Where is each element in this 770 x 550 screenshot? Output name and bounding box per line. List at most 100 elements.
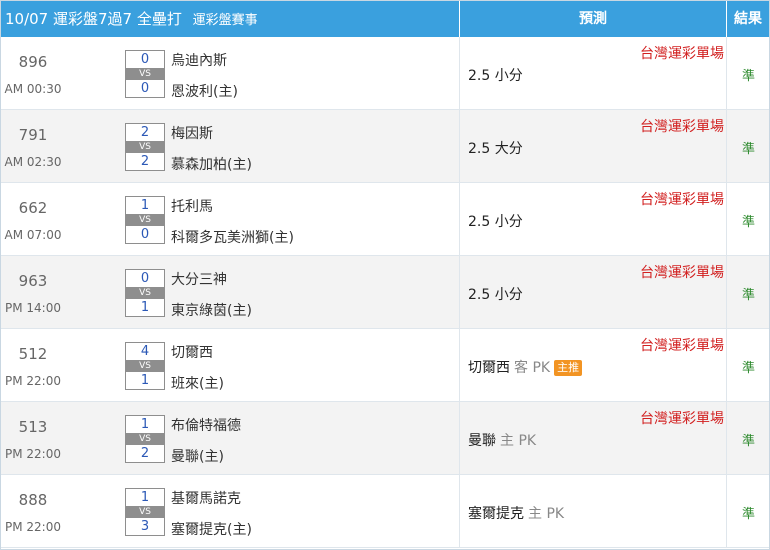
prediction-text: 2.5 小分 <box>468 65 523 85</box>
home-team[interactable]: 慕森加柏(主) <box>171 154 252 174</box>
away-score: 4 <box>125 342 165 361</box>
home-score: 2 <box>125 444 165 463</box>
match-cell: 888 PM 22:00 1 VS 3 基爾馬諾克 塞爾提克(主) <box>1 475 459 547</box>
prediction-text: 2.5 大分 <box>468 138 523 158</box>
game-time: AM 00:30 <box>4 82 62 96</box>
vs-label: VS <box>125 142 165 152</box>
table-body: 896 AM 00:30 0 VS 0 烏迪內斯 恩波利(主) 台灣運彩單場 2… <box>1 37 769 548</box>
game-id: 888 <box>18 491 48 509</box>
match-cell: 662 AM 07:00 1 VS 0 托利馬 科爾多瓦美洲獅(主) <box>1 183 459 255</box>
result-cell: 準 <box>726 183 769 255</box>
table-row: 888 PM 22:00 1 VS 3 基爾馬諾克 塞爾提克(主) 塞爾提克主 … <box>1 475 769 548</box>
venue-label: 台灣運彩單場 <box>640 192 724 208</box>
home-team[interactable]: 科爾多瓦美洲獅(主) <box>171 227 294 247</box>
home-team[interactable]: 塞爾提克(主) <box>171 519 252 539</box>
venue-label: 台灣運彩單場 <box>640 265 724 281</box>
result-cell: 準 <box>726 110 769 182</box>
prediction-side: 客 PK <box>514 360 551 376</box>
header-prediction: 預測 <box>459 1 726 37</box>
table-row: 791 AM 02:30 2 VS 2 梅因斯 慕森加柏(主) 台灣運彩單場 2… <box>1 110 769 183</box>
away-score: 1 <box>125 196 165 215</box>
game-time: PM 22:00 <box>5 447 61 461</box>
home-team[interactable]: 東京綠茵(主) <box>171 300 252 320</box>
score-box: 0 VS 1 <box>125 269 165 317</box>
home-score: 1 <box>125 371 165 390</box>
away-team[interactable]: 布倫特福德 <box>171 415 241 435</box>
vs-label: VS <box>125 288 165 298</box>
header-title: 10/07 運彩盤7過7 全壘打 運彩盤賽事 <box>5 1 258 37</box>
prediction-pick: 2.5 小分 <box>468 68 523 84</box>
game-time: PM 22:00 <box>5 520 61 534</box>
score-box: 0 VS 0 <box>125 50 165 98</box>
result-label: 準 <box>741 434 755 449</box>
prediction-text: 2.5 小分 <box>468 284 523 304</box>
home-score: 3 <box>125 517 165 536</box>
match-cell: 896 AM 00:30 0 VS 0 烏迪內斯 恩波利(主) <box>1 37 459 109</box>
home-score: 1 <box>125 298 165 317</box>
game-time: PM 22:00 <box>5 374 61 388</box>
result-cell: 準 <box>726 402 769 474</box>
result-label: 準 <box>741 142 755 157</box>
match-cell: 963 PM 14:00 0 VS 1 大分三神 東京綠茵(主) <box>1 256 459 328</box>
home-team[interactable]: 曼聯(主) <box>171 446 224 466</box>
prediction-cell: 台灣運彩單場 2.5 大分 <box>459 110 726 182</box>
match-cell: 791 AM 02:30 2 VS 2 梅因斯 慕森加柏(主) <box>1 110 459 182</box>
game-id: 963 <box>18 272 48 290</box>
home-score: 0 <box>125 79 165 98</box>
prediction-pick: 曼聯 <box>468 433 496 449</box>
venue-label: 台灣運彩單場 <box>640 411 724 427</box>
game-id: 513 <box>18 418 48 436</box>
prediction-text: 切爾西客 PK 主推 <box>468 357 583 377</box>
prediction-cell: 台灣運彩單場 2.5 小分 <box>459 37 726 109</box>
match-cell: 513 PM 22:00 1 VS 2 布倫特福德 曼聯(主) <box>1 402 459 474</box>
away-score: 1 <box>125 415 165 434</box>
away-team[interactable]: 切爾西 <box>171 342 213 362</box>
prediction-pick: 2.5 小分 <box>468 214 523 230</box>
venue-label: 台灣運彩單場 <box>640 119 724 135</box>
vs-label: VS <box>125 361 165 371</box>
prediction-cell: 台灣運彩單場 2.5 小分 <box>459 183 726 255</box>
prediction-text: 2.5 小分 <box>468 211 523 231</box>
away-score: 2 <box>125 123 165 142</box>
away-score: 0 <box>125 50 165 69</box>
prediction-cell: 塞爾提克主 PK <box>459 475 726 547</box>
away-team[interactable]: 基爾馬諾克 <box>171 488 241 508</box>
prediction-table: 10/07 運彩盤7過7 全壘打 運彩盤賽事 預測 結果 896 AM 00:3… <box>0 0 770 550</box>
header-date: 10/07 <box>5 10 49 28</box>
prediction-side: 主 PK <box>528 506 565 522</box>
prediction-pick: 塞爾提克 <box>468 506 524 522</box>
game-time: PM 14:00 <box>5 301 61 315</box>
away-team[interactable]: 大分三神 <box>171 269 227 289</box>
home-score: 2 <box>125 152 165 171</box>
header-subtitle: 運彩盤賽事 <box>192 13 258 28</box>
score-box: 2 VS 2 <box>125 123 165 171</box>
table-row: 662 AM 07:00 1 VS 0 托利馬 科爾多瓦美洲獅(主) 台灣運彩單… <box>1 183 769 256</box>
table-row: 512 PM 22:00 4 VS 1 切爾西 班來(主) 台灣運彩單場 切爾西… <box>1 329 769 402</box>
prediction-pick: 2.5 大分 <box>468 141 523 157</box>
venue-label: 台灣運彩單場 <box>640 46 724 62</box>
away-team[interactable]: 梅因斯 <box>171 123 213 143</box>
table-header: 10/07 運彩盤7過7 全壘打 運彩盤賽事 預測 結果 <box>1 1 769 37</box>
table-row: 896 AM 00:30 0 VS 0 烏迪內斯 恩波利(主) 台灣運彩單場 2… <box>1 37 769 110</box>
prediction-cell: 台灣運彩單場 曼聯主 PK <box>459 402 726 474</box>
result-cell: 準 <box>726 256 769 328</box>
away-team[interactable]: 托利馬 <box>171 196 213 216</box>
game-time: AM 07:00 <box>4 228 62 242</box>
prediction-pick: 切爾西 <box>468 360 510 376</box>
game-id: 791 <box>18 126 48 144</box>
prediction-cell: 台灣運彩單場 切爾西客 PK 主推 <box>459 329 726 401</box>
game-id: 662 <box>18 199 48 217</box>
home-team[interactable]: 恩波利(主) <box>171 81 238 101</box>
away-team[interactable]: 烏迪內斯 <box>171 50 227 70</box>
home-score: 0 <box>125 225 165 244</box>
prediction-text: 塞爾提克主 PK <box>468 503 564 523</box>
result-label: 準 <box>741 288 755 303</box>
home-team[interactable]: 班來(主) <box>171 373 224 393</box>
vs-label: VS <box>125 215 165 225</box>
score-box: 1 VS 0 <box>125 196 165 244</box>
score-box: 1 VS 3 <box>125 488 165 536</box>
result-label: 準 <box>741 361 755 376</box>
vs-label: VS <box>125 507 165 517</box>
score-box: 4 VS 1 <box>125 342 165 390</box>
result-label: 準 <box>741 69 755 84</box>
